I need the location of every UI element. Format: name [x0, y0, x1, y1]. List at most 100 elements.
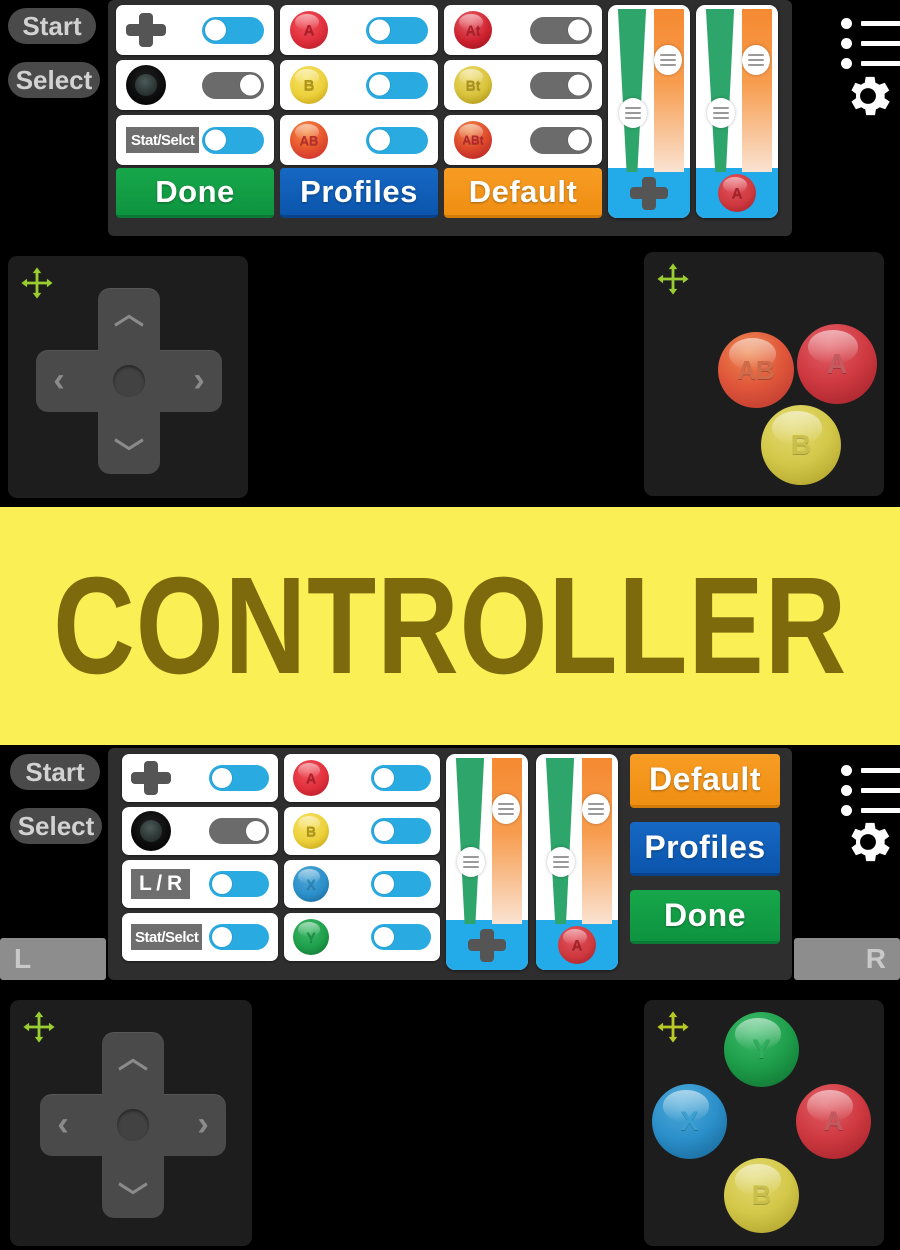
row-button-a[interactable]: A [284, 754, 440, 802]
row-shoulder-lr[interactable]: L / R [122, 860, 278, 908]
toggle-button-a[interactable] [371, 765, 431, 791]
dpad-down-icon[interactable]: ﹀ [98, 434, 159, 471]
row-dpad[interactable] [122, 754, 278, 802]
row-button-ab[interactable]: AB [280, 115, 438, 165]
shoulder-r-button[interactable]: R [794, 938, 900, 980]
opacity-slider-handle-dpad[interactable] [492, 794, 520, 824]
gear-icon[interactable] [840, 814, 896, 870]
toggle-dpad[interactable] [209, 765, 269, 791]
dpad-right-icon[interactable]: › [188, 1094, 218, 1155]
slider-foot-dpad[interactable] [608, 168, 690, 218]
row-button-bt[interactable]: Bt [444, 60, 602, 110]
opacity-slider-handle-button-a[interactable] [742, 45, 770, 75]
toggle-shoulder-lr[interactable] [209, 871, 269, 897]
dpad-control[interactable]: ︿ ﹀ ‹ › [36, 288, 222, 474]
profiles-button[interactable]: Profiles [280, 168, 438, 218]
action-button-zone[interactable]: Y X A B [644, 1000, 884, 1246]
toggle-analog-stick[interactable] [202, 71, 264, 99]
dpad-up-icon[interactable]: ︿ [102, 1038, 163, 1075]
toggle-button-b[interactable] [371, 818, 431, 844]
toggle-button-y[interactable] [371, 924, 431, 950]
action-button-zone[interactable]: AB A B [644, 252, 884, 496]
move-handle-icon[interactable] [656, 1010, 690, 1044]
select-button[interactable]: Select [10, 808, 102, 844]
slider-card-button-a[interactable]: A [536, 754, 618, 970]
preview-button-y[interactable]: Y [724, 1012, 799, 1087]
toggle-button-x[interactable] [371, 871, 431, 897]
start-button[interactable]: Start [10, 754, 100, 790]
preview-button-a[interactable]: A [797, 324, 877, 404]
toggle-start-select[interactable] [202, 126, 264, 154]
slider-card-dpad[interactable] [446, 754, 528, 970]
list-menu-icon[interactable] [841, 765, 900, 816]
slider-foot-dpad[interactable] [446, 920, 528, 970]
dpad-up-icon[interactable]: ︿ [98, 294, 159, 331]
preview-button-b[interactable]: B [724, 1158, 799, 1233]
row-button-x[interactable]: X [284, 860, 440, 908]
select-button[interactable]: Select [8, 62, 100, 98]
opacity-slider-button-a[interactable] [742, 9, 772, 172]
opacity-slider-dpad[interactable] [492, 758, 522, 924]
size-slider-handle-button-a[interactable] [707, 98, 735, 128]
row-button-y[interactable]: Y [284, 913, 440, 961]
row-button-b[interactable]: B [284, 807, 440, 855]
slider-foot-button-a[interactable]: A [536, 920, 618, 970]
preview-button-a-label: A [823, 1106, 844, 1136]
toggle-button-bt[interactable] [530, 71, 592, 99]
dpad-left-icon[interactable]: ‹ [44, 350, 74, 411]
dpad-zone[interactable]: ︿ ﹀ ‹ › [10, 1000, 252, 1246]
size-slider-handle-button-a[interactable] [547, 847, 575, 877]
opacity-slider-handle-button-a[interactable] [582, 794, 610, 824]
profiles-button[interactable]: Profiles [630, 822, 780, 876]
slider-card-button-a[interactable]: A [696, 5, 778, 218]
row-dpad[interactable] [116, 5, 274, 55]
analog-stick-icon [126, 65, 166, 105]
preview-button-a[interactable]: A [796, 1084, 871, 1159]
row-analog-stick[interactable] [116, 60, 274, 110]
row-button-a[interactable]: A [280, 5, 438, 55]
dpad-zone[interactable]: ︿ ﹀ ‹ › [8, 256, 248, 498]
row-button-at[interactable]: At [444, 5, 602, 55]
size-slider-handle-dpad[interactable] [619, 98, 647, 128]
toggle-button-b[interactable] [366, 71, 428, 99]
size-slider-dpad[interactable] [455, 758, 485, 924]
toggle-button-a[interactable] [366, 16, 428, 44]
dpad-left-icon[interactable]: ‹ [48, 1094, 78, 1155]
gear-icon[interactable] [840, 68, 896, 124]
dpad-down-icon[interactable]: ﹀ [102, 1178, 163, 1215]
row-button-abt[interactable]: ABt [444, 115, 602, 165]
size-slider-button-a[interactable] [545, 758, 575, 924]
row-start-select[interactable]: Stat/Selct [116, 115, 274, 165]
size-slider-button-a[interactable] [705, 9, 735, 172]
default-button[interactable]: Default [444, 168, 602, 218]
opacity-slider-button-a[interactable] [582, 758, 612, 924]
preview-button-ab[interactable]: AB [718, 332, 794, 408]
slider-card-dpad[interactable] [608, 5, 690, 218]
row-analog-stick[interactable] [122, 807, 278, 855]
dpad-right-icon[interactable]: › [184, 350, 214, 411]
done-button[interactable]: Done [116, 168, 274, 218]
slider-foot-button-a[interactable]: A [696, 168, 778, 218]
toggle-button-at[interactable] [530, 16, 592, 44]
toggle-button-abt[interactable] [530, 126, 592, 154]
preview-button-b[interactable]: B [761, 405, 841, 485]
size-slider-dpad[interactable] [617, 9, 647, 172]
toggle-button-ab[interactable] [366, 126, 428, 154]
move-handle-icon[interactable] [656, 262, 690, 296]
preview-button-y-label: Y [752, 1034, 771, 1064]
start-button[interactable]: Start [8, 8, 96, 44]
done-button[interactable]: Done [630, 890, 780, 944]
preview-button-x[interactable]: X [652, 1084, 727, 1159]
opacity-slider-dpad[interactable] [654, 9, 684, 172]
toggle-start-select[interactable] [209, 924, 269, 950]
size-slider-handle-dpad[interactable] [457, 847, 485, 877]
row-start-select[interactable]: Stat/Selct [122, 913, 278, 961]
list-menu-icon[interactable] [841, 18, 900, 69]
toggle-dpad[interactable] [202, 16, 264, 44]
opacity-slider-handle-dpad[interactable] [654, 45, 682, 75]
dpad-control[interactable]: ︿ ﹀ ‹ › [40, 1032, 226, 1218]
shoulder-l-button[interactable]: L [0, 938, 106, 980]
default-button[interactable]: Default [630, 754, 780, 808]
toggle-analog-stick[interactable] [209, 818, 269, 844]
row-button-b[interactable]: B [280, 60, 438, 110]
